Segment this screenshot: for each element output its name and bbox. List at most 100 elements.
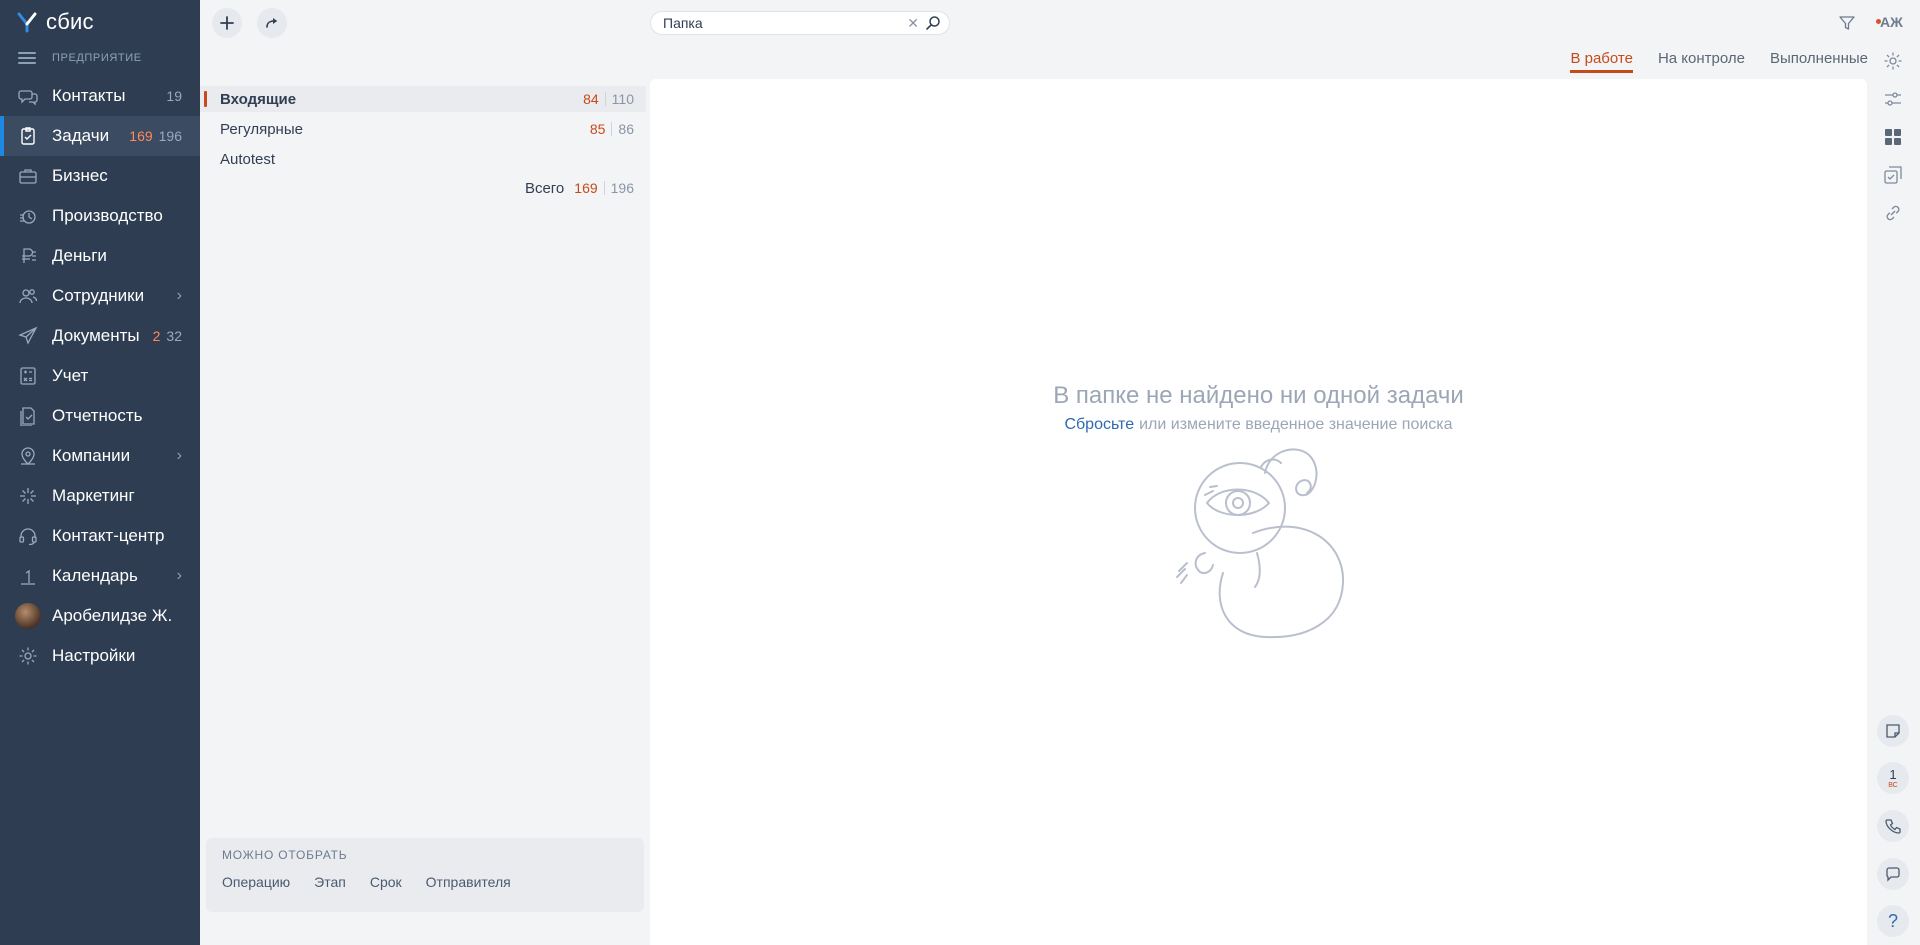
sidebar-item-tasks[interactable]: Задачи 169 196 — [0, 116, 200, 156]
sidebar-item-production[interactable]: Производство — [0, 196, 200, 236]
headset-icon — [18, 526, 38, 546]
sidebar-item-settings[interactable]: Настройки — [0, 636, 200, 676]
gear-icon[interactable] — [1882, 50, 1904, 72]
count-all: 86 — [618, 121, 634, 137]
sidebar-item-reporting[interactable]: Отчетность — [0, 396, 200, 436]
sidebar-item-business[interactable]: Бизнес — [0, 156, 200, 196]
sidebar-item-calendar[interactable]: Календарь › — [0, 556, 200, 596]
count-new: 169 — [129, 128, 153, 144]
total-label: Всего — [524, 179, 565, 197]
sidebar-item-label: Производство — [52, 206, 163, 225]
clear-search-icon[interactable]: ✕ — [907, 15, 919, 32]
checklist-icon[interactable] — [1882, 164, 1904, 186]
calendar-weekday: ВС — [1888, 781, 1898, 789]
sidebar-item-label: Сотрудники — [52, 286, 145, 305]
sliders-icon[interactable] — [1882, 88, 1904, 110]
search-icon[interactable] — [925, 15, 941, 31]
count-separator — [611, 122, 613, 136]
sidebar-item-label: Задачи — [52, 126, 110, 145]
count-all: 19 — [166, 88, 182, 104]
paper-plane-icon — [18, 326, 38, 346]
folder-regular[interactable]: Регулярные 85 86 — [200, 116, 646, 142]
sidebar-item-label: Маркетинг — [52, 486, 135, 505]
calendar-icon — [18, 566, 38, 586]
call-button[interactable] — [1877, 810, 1909, 842]
forward-arrow-icon — [266, 18, 277, 28]
add-button[interactable] — [212, 8, 242, 38]
quick-filter-links: Операцию Этап Срок Отправителя — [222, 874, 628, 890]
sidebar-item-label: Учет — [52, 366, 89, 385]
sidebar-item-contact-center[interactable]: Контакт-центр — [0, 516, 200, 556]
search-field: ✕ — [650, 11, 950, 35]
chat-button[interactable] — [1877, 858, 1909, 890]
reset-search-link[interactable]: Сбросьте — [1064, 416, 1134, 433]
forward-button[interactable] — [257, 8, 287, 38]
tab-completed[interactable]: Выполненные — [1770, 50, 1868, 73]
chevron-right-icon[interactable]: › — [177, 287, 200, 305]
chat-bubbles-icon — [18, 86, 38, 106]
calendar-day: 1 — [1889, 766, 1897, 782]
folder-label: Autotest — [220, 150, 276, 168]
sidebar-item-label: Настройки — [52, 646, 136, 665]
filter-icon[interactable] — [1838, 14, 1856, 32]
sidebar-item-counts: 2 32 — [153, 328, 200, 344]
sidebar-item-profile[interactable]: Аробелидзе Ж. — [0, 596, 200, 636]
quick-filter-title: МОЖНО ОТОБРАТЬ — [222, 848, 348, 862]
user-menu[interactable]: АЖ — [1876, 14, 1903, 30]
sidebar-item-accounting[interactable]: Учет — [0, 356, 200, 396]
count-new: 84 — [583, 91, 599, 107]
quick-filter-stage[interactable]: Этап — [314, 874, 346, 890]
logo[interactable]: сбис — [0, 0, 200, 44]
tab-on-control[interactable]: На контроле — [1658, 50, 1745, 73]
sidebar-item-contacts[interactable]: Контакты 19 — [0, 76, 200, 116]
folder-incoming[interactable]: Входящие 84 110 — [200, 86, 646, 112]
tab-in-work[interactable]: В работе — [1570, 50, 1633, 73]
sticky-note-icon — [1886, 724, 1900, 738]
folder-autotest[interactable]: Autotest — [200, 146, 646, 172]
phone-icon — [1885, 819, 1901, 834]
empty-state: В папке не найдено ни одной задачи Сброс… — [650, 382, 1867, 434]
sidebar-item-documents[interactable]: Документы 2 32 — [0, 316, 200, 356]
link-icon[interactable] — [1882, 202, 1904, 224]
sidebar-item-counts: 169 196 — [129, 128, 200, 144]
quick-filter-operation[interactable]: Операцию — [222, 874, 290, 890]
sidebar-item-label: Отчетность — [52, 406, 143, 425]
help-button[interactable]: ? — [1877, 905, 1909, 937]
sidebar-item-marketing[interactable]: Маркетинг — [0, 476, 200, 516]
sidebar-item-employees[interactable]: Сотрудники › — [0, 276, 200, 316]
grid-view-icon[interactable] — [1882, 126, 1904, 148]
count-all: 196 — [610, 180, 634, 196]
calendar-widget[interactable]: 1 ВС — [1877, 762, 1909, 794]
count-separator — [604, 92, 606, 106]
report-icon — [18, 406, 38, 426]
chevron-right-icon[interactable]: › — [177, 567, 200, 585]
location-pin-icon — [18, 446, 38, 466]
folder-total: Всего 169 196 — [200, 176, 646, 200]
empty-state-illustration — [1176, 448, 1345, 639]
chat-bubble-icon — [1886, 867, 1900, 882]
org-label: ПРЕДПРИЯТИЕ — [52, 52, 142, 64]
quick-filter-sender[interactable]: Отправителя — [426, 874, 511, 890]
plus-icon — [220, 16, 234, 30]
org-switcher[interactable]: ПРЕДПРИЯТИЕ — [0, 44, 200, 72]
help-icon: ? — [1887, 910, 1898, 931]
sidebar-item-companies[interactable]: Компании › — [0, 436, 200, 476]
empty-state-title: В папке не найдено ни одной задачи — [1053, 382, 1464, 409]
menu-icon — [18, 52, 36, 64]
logo-text: сбис — [46, 9, 94, 34]
quick-filter-deadline[interactable]: Срок — [370, 874, 402, 890]
count-new: 2 — [152, 328, 161, 344]
folder-label: Входящие — [220, 90, 297, 108]
sidebar-item-label: Документы — [52, 326, 140, 345]
notes-button[interactable] — [1877, 715, 1909, 747]
count-separator — [603, 181, 605, 195]
calculator-icon — [18, 366, 38, 386]
folder-counts: 85 86 — [590, 121, 634, 137]
search-input[interactable] — [663, 15, 904, 31]
sidebar-item-money[interactable]: Деньги — [0, 236, 200, 276]
sidebar-item-label: Контакт-центр — [52, 526, 165, 545]
sidebar-item-counts: 19 — [166, 88, 200, 104]
count-all: 196 — [158, 128, 182, 144]
chevron-right-icon[interactable]: › — [177, 447, 200, 465]
sidebar-item-label: Компании — [52, 446, 131, 465]
